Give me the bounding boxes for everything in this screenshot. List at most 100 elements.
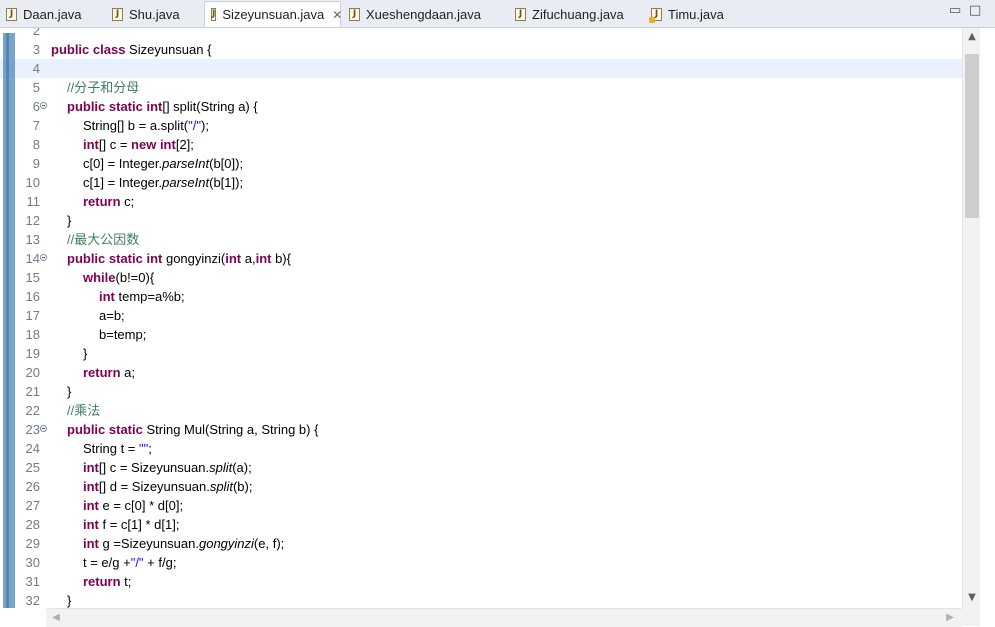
code-line[interactable]: 22 //乘法: [0, 401, 962, 420]
code-editor[interactable]: 2 3 public class Sizeyunsuan {4 5//分子和分母 6 pu…: [0, 28, 995, 627]
code-line[interactable]: 24 String t = "";: [0, 439, 962, 458]
code-line[interactable]: 21}: [0, 382, 962, 401]
code-line[interactable]: 13 //最大公因数: [0, 230, 962, 249]
code-line[interactable]: 8 int[] c = new int[2];: [0, 135, 962, 154]
code-token: public class: [51, 42, 130, 57]
code-line[interactable]: 17 a=b;: [0, 306, 962, 325]
code-token: //乘法: [67, 403, 101, 418]
right-margin: [980, 28, 995, 626]
line-number: 23: [25, 422, 40, 437]
code-line[interactable]: 26 int[] d = Sizeyunsuan.split(b);: [0, 477, 962, 496]
code-line[interactable]: 5 //分子和分母: [0, 78, 962, 97]
code-token: int: [83, 137, 99, 152]
code-line[interactable]: 7 String[] b = a.split("/");: [0, 116, 962, 135]
code-token: //分子和分母: [67, 80, 140, 95]
code-line[interactable]: 9 c[0] = Integer.parseInt(b[0]);: [0, 154, 962, 173]
line-number: 6: [32, 99, 40, 114]
vertical-scroll-thumb[interactable]: [965, 54, 979, 218]
code-line[interactable]: 16 int temp=a%b;: [0, 287, 962, 306]
vertical-scrollbar[interactable]: ▲ ▼: [962, 28, 981, 608]
close-tab-icon[interactable]: ✕: [332, 8, 342, 22]
code-line[interactable]: 20 return a;: [0, 363, 962, 382]
code-line[interactable]: 27 int e = c[0] * d[0];: [0, 496, 962, 515]
code-line[interactable]: 10 c[1] = Integer.parseInt(b[1]);: [0, 173, 962, 192]
code-text: int temp=a%b;: [99, 287, 185, 306]
code-line[interactable]: 29 int g =Sizeyunsuan.gongyinzi(e, f);: [0, 534, 962, 553]
code-token: String Mul(String a, String b) {: [146, 422, 319, 437]
line-number: 32: [25, 593, 40, 608]
code-area[interactable]: 2 3 public class Sizeyunsuan {4 5//分子和分母 6 pu…: [0, 28, 962, 608]
code-token: }: [67, 593, 72, 608]
code-token: (b[0]);: [209, 156, 244, 171]
fold-toggle-icon[interactable]: [40, 425, 47, 432]
code-token: gongyinzi(: [165, 251, 226, 266]
java-file-icon: J: [349, 7, 360, 21]
code-token: return: [83, 574, 125, 589]
minimize-icon[interactable]: ▭: [949, 4, 961, 17]
horizontal-scrollbar[interactable]: ◀ ▶: [46, 608, 962, 627]
code-line[interactable]: 12}: [0, 211, 962, 230]
code-line[interactable]: 28 int f = c[1] * d[1];: [0, 515, 962, 534]
code-token: e = c[0] * d[0];: [102, 498, 184, 513]
code-line[interactable]: 23 public static String Mul(String a, Str…: [0, 420, 962, 439]
code-line[interactable]: 11 return c;: [0, 192, 962, 211]
code-text: }: [67, 591, 71, 608]
code-text: a=b;: [99, 306, 125, 325]
code-token: ;: [148, 441, 152, 456]
code-token: (e, f);: [253, 536, 285, 551]
tab-sizeyunsuan[interactable]: J Sizeyunsuan.java ✕: [204, 1, 342, 27]
code-token: "": [139, 441, 149, 456]
scroll-down-icon[interactable]: ▼: [966, 592, 978, 604]
code-text: t = e/g +"/" + f/g;: [83, 553, 176, 572]
code-line[interactable]: 18 b=temp;: [0, 325, 962, 344]
code-line[interactable]: 30 t = e/g +"/" + f/g;: [0, 553, 962, 572]
code-token: return: [83, 194, 125, 209]
tab-label: Daan.java: [23, 6, 82, 22]
code-token: public static int: [67, 251, 166, 266]
code-line[interactable]: 32}: [0, 591, 962, 608]
tab-zifuchuang[interactable]: J Zifuchuang.java: [509, 2, 643, 26]
code-text: String[] b = a.split("/");: [83, 116, 209, 135]
code-text: public static int gongyinzi(int a,int b)…: [67, 249, 291, 268]
tab-shu[interactable]: J Shu.java: [106, 2, 202, 26]
line-number: 13: [25, 232, 40, 247]
code-token: while: [83, 270, 116, 285]
line-number: 5: [32, 80, 40, 95]
code-token: temp=a%b;: [118, 289, 185, 304]
code-line[interactable]: 25 int[] c = Sizeyunsuan.split(a);: [0, 458, 962, 477]
code-line[interactable]: 19}: [0, 344, 962, 363]
code-line[interactable]: 6 public static int[] split(String a) {: [0, 97, 962, 116]
code-token: }: [83, 346, 88, 361]
code-token: String[] b = a.split(: [83, 118, 189, 133]
code-line[interactable]: 14 public static int gongyinzi(int a,int …: [0, 249, 962, 268]
code-token: [] c = Sizeyunsuan.: [98, 460, 210, 475]
code-line[interactable]: 2: [0, 28, 962, 40]
fold-toggle-icon[interactable]: [40, 102, 47, 109]
fold-toggle-icon[interactable]: [40, 254, 47, 261]
line-number: 25: [25, 460, 40, 475]
code-text: }: [67, 382, 71, 401]
code-token: }: [67, 213, 72, 228]
code-text: b=temp;: [99, 325, 146, 344]
code-token: int: [83, 479, 99, 494]
scroll-right-icon[interactable]: ▶: [944, 612, 956, 624]
code-token: (b);: [232, 479, 253, 494]
code-text: }: [67, 211, 71, 230]
code-line[interactable]: 3 public class Sizeyunsuan {: [0, 40, 962, 59]
tab-daan[interactable]: J Daan.java: [0, 2, 104, 26]
code-line[interactable]: 31 return t;: [0, 572, 962, 591]
code-token: "/": [188, 118, 201, 133]
tab-timu[interactable]: J Timu.java: [645, 2, 745, 26]
code-line[interactable]: 15 while(b!=0){: [0, 268, 962, 287]
code-line[interactable]: 4: [0, 59, 962, 78]
line-number: 7: [32, 118, 40, 133]
code-token: int: [83, 536, 103, 551]
line-number: 22: [25, 403, 40, 418]
code-token: parseInt: [162, 156, 210, 171]
scroll-up-icon[interactable]: ▲: [966, 31, 978, 43]
tab-xueshengdaan[interactable]: J Xueshengdaan.java: [343, 2, 507, 26]
maximize-icon[interactable]: □: [969, 4, 981, 17]
scroll-left-icon[interactable]: ◀: [50, 612, 62, 624]
code-text: String t = "";: [83, 439, 152, 458]
code-token: Sizeyunsuan {: [129, 42, 212, 57]
